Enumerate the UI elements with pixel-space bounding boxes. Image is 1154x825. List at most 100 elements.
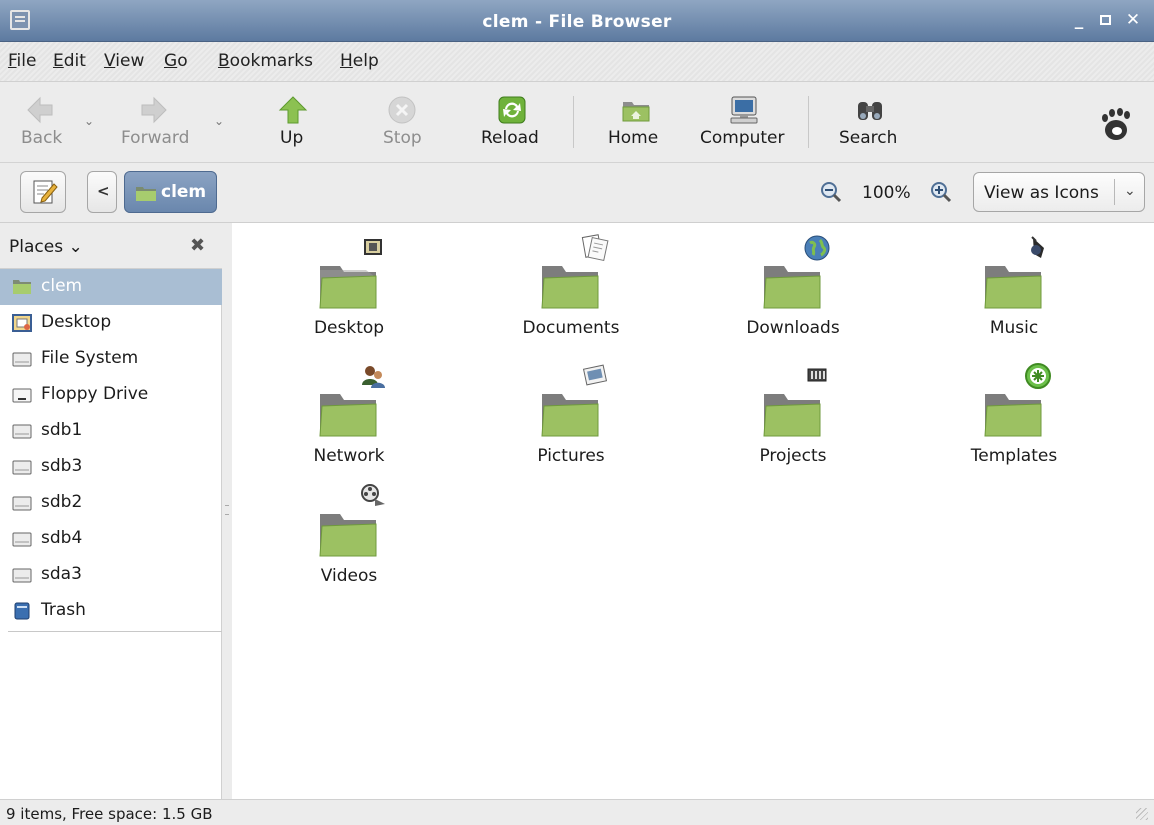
forward-button[interactable]: ⌄ Forward bbox=[108, 82, 238, 163]
file-item-label: Projects bbox=[759, 446, 827, 466]
sidebar-item-sdb3[interactable]: sdb3 bbox=[0, 449, 222, 485]
file-item-projects[interactable]: Projects bbox=[713, 358, 873, 470]
places-dropdown[interactable]: Places ⌄ bbox=[9, 237, 83, 257]
forward-label: Forward bbox=[121, 128, 190, 148]
file-item-label: Downloads bbox=[746, 318, 840, 338]
up-arrow-icon bbox=[278, 96, 308, 124]
drive-icon bbox=[12, 568, 32, 583]
computer-icon bbox=[730, 96, 758, 124]
file-item-label: Desktop bbox=[313, 318, 385, 338]
computer-button[interactable]: Computer bbox=[694, 82, 798, 163]
floppy-icon bbox=[12, 388, 32, 403]
sidebar-item-sda3[interactable]: sda3 bbox=[0, 557, 222, 593]
splitter-grip-icon bbox=[225, 505, 229, 515]
computer-label: Computer bbox=[700, 128, 785, 148]
pane-splitter[interactable] bbox=[222, 223, 232, 799]
file-item-network[interactable]: Network bbox=[269, 358, 429, 470]
stop-label: Stop bbox=[383, 128, 422, 148]
file-item-label: Templates bbox=[970, 446, 1058, 466]
documents-emblem-icon bbox=[581, 234, 609, 262]
location-bar: < clem 100% View as Icons ⌄ bbox=[0, 163, 1154, 223]
back-label: Back bbox=[21, 128, 63, 148]
breadcrumb-clem[interactable]: clem bbox=[124, 171, 217, 213]
zoom-out-icon[interactable] bbox=[820, 181, 842, 203]
drive-icon bbox=[12, 532, 32, 547]
up-label: Up bbox=[280, 128, 304, 148]
toolbar-separator bbox=[808, 96, 809, 148]
file-item-label: Pictures bbox=[537, 446, 605, 466]
forward-history-chevron-icon[interactable]: ⌄ bbox=[214, 114, 224, 128]
home-folder-icon bbox=[13, 280, 31, 294]
close-sidebar-icon[interactable]: ✖ bbox=[190, 235, 205, 256]
search-button[interactable]: Search bbox=[832, 82, 912, 163]
menu-bookmarks[interactable]: Bookmarks bbox=[218, 51, 313, 71]
file-item-label: Videos bbox=[320, 566, 378, 586]
menu-go[interactable]: Go bbox=[164, 51, 188, 71]
sidebar-item-sdb4[interactable]: sdb4 bbox=[0, 521, 222, 557]
file-item-templates[interactable]: Templates bbox=[934, 358, 1094, 470]
up-button[interactable]: Up bbox=[256, 82, 330, 163]
places-sidebar: Places ⌄ ✖ clem Desktop File System Flop… bbox=[0, 223, 222, 799]
menu-help[interactable]: Help bbox=[340, 51, 379, 71]
resize-grip-icon[interactable] bbox=[1136, 808, 1148, 820]
network-emblem-icon bbox=[362, 366, 385, 388]
chevron-down-icon: ⌄ bbox=[1124, 183, 1136, 199]
sidebar-separator bbox=[8, 631, 222, 632]
sidebar-item-label: Desktop bbox=[41, 312, 112, 332]
trash-icon bbox=[14, 602, 30, 620]
maximize-button[interactable] bbox=[1094, 9, 1116, 31]
reload-icon bbox=[498, 96, 526, 124]
menu-view[interactable]: View bbox=[104, 51, 144, 71]
drive-icon bbox=[12, 352, 32, 367]
videos-emblem-icon bbox=[361, 484, 385, 506]
sidebar-item-file-system[interactable]: File System bbox=[0, 341, 222, 377]
sidebar-item-desktop[interactable]: Desktop bbox=[0, 305, 222, 341]
reload-button[interactable]: Reload bbox=[470, 82, 554, 163]
zoom-level[interactable]: 100% bbox=[862, 183, 911, 203]
title-bar: clem - File Browser _ ✕ bbox=[0, 0, 1154, 42]
status-bar: 9 items, Free space: 1.5 GB bbox=[0, 799, 1154, 825]
file-item-videos[interactable]: Videos bbox=[269, 478, 429, 590]
home-folder-icon bbox=[136, 187, 156, 201]
sidebar-item-label: sdb1 bbox=[41, 420, 83, 440]
view-mode-select[interactable]: View as Icons ⌄ bbox=[973, 172, 1145, 212]
sidebar-item-label: File System bbox=[41, 348, 139, 368]
menu-bar: File Edit View Go Bookmarks Help bbox=[0, 42, 1154, 82]
file-item-music[interactable]: Music bbox=[934, 230, 1094, 342]
stop-button[interactable]: Stop bbox=[366, 82, 440, 163]
toggle-location-entry-button[interactable] bbox=[20, 171, 66, 213]
sidebar-item-label: Floppy Drive bbox=[41, 384, 149, 404]
projects-emblem-icon bbox=[807, 368, 827, 382]
back-button[interactable]: ⌄ Back bbox=[0, 82, 108, 163]
breadcrumb-scroll-left-button[interactable]: < bbox=[87, 171, 117, 213]
select-divider bbox=[1114, 179, 1115, 205]
search-label: Search bbox=[839, 128, 898, 148]
close-button[interactable]: ✕ bbox=[1122, 9, 1144, 31]
file-item-pictures[interactable]: Pictures bbox=[491, 358, 651, 470]
chevron-left-icon: < bbox=[97, 182, 110, 200]
back-arrow-icon bbox=[27, 96, 53, 124]
home-button[interactable]: Home bbox=[598, 82, 676, 163]
sidebar-item-label: sdb3 bbox=[41, 456, 83, 476]
zoom-in-icon[interactable] bbox=[930, 181, 952, 203]
templates-emblem-icon bbox=[1025, 363, 1051, 389]
sidebar-item-clem[interactable]: clem bbox=[0, 269, 222, 305]
file-item-documents[interactable]: Documents bbox=[491, 230, 651, 342]
sidebar-item-floppy-drive[interactable]: Floppy Drive bbox=[0, 377, 222, 413]
pictures-emblem-icon bbox=[582, 364, 608, 386]
menu-file[interactable]: File bbox=[8, 51, 36, 71]
file-item-downloads[interactable]: Downloads bbox=[713, 230, 873, 342]
view-mode-label: View as Icons bbox=[984, 183, 1099, 203]
menu-edit[interactable]: Edit bbox=[53, 51, 86, 71]
sidebar-item-sdb2[interactable]: sdb2 bbox=[0, 485, 222, 521]
gnome-foot-logo-icon bbox=[1102, 108, 1130, 140]
breadcrumb-label: clem bbox=[161, 182, 207, 202]
file-item-desktop[interactable]: Desktop bbox=[269, 230, 429, 342]
back-history-chevron-icon[interactable]: ⌄ bbox=[84, 114, 94, 128]
icon-view[interactable]: Desktop Documents Downloads Music Networ… bbox=[232, 223, 1154, 799]
sidebar-item-trash[interactable]: Trash bbox=[0, 593, 222, 629]
status-text: 9 items, Free space: 1.5 GB bbox=[6, 805, 213, 823]
sidebar-item-sdb1[interactable]: sdb1 bbox=[0, 413, 222, 449]
minimize-button[interactable]: _ bbox=[1068, 9, 1090, 31]
desktop-icon bbox=[12, 314, 32, 332]
